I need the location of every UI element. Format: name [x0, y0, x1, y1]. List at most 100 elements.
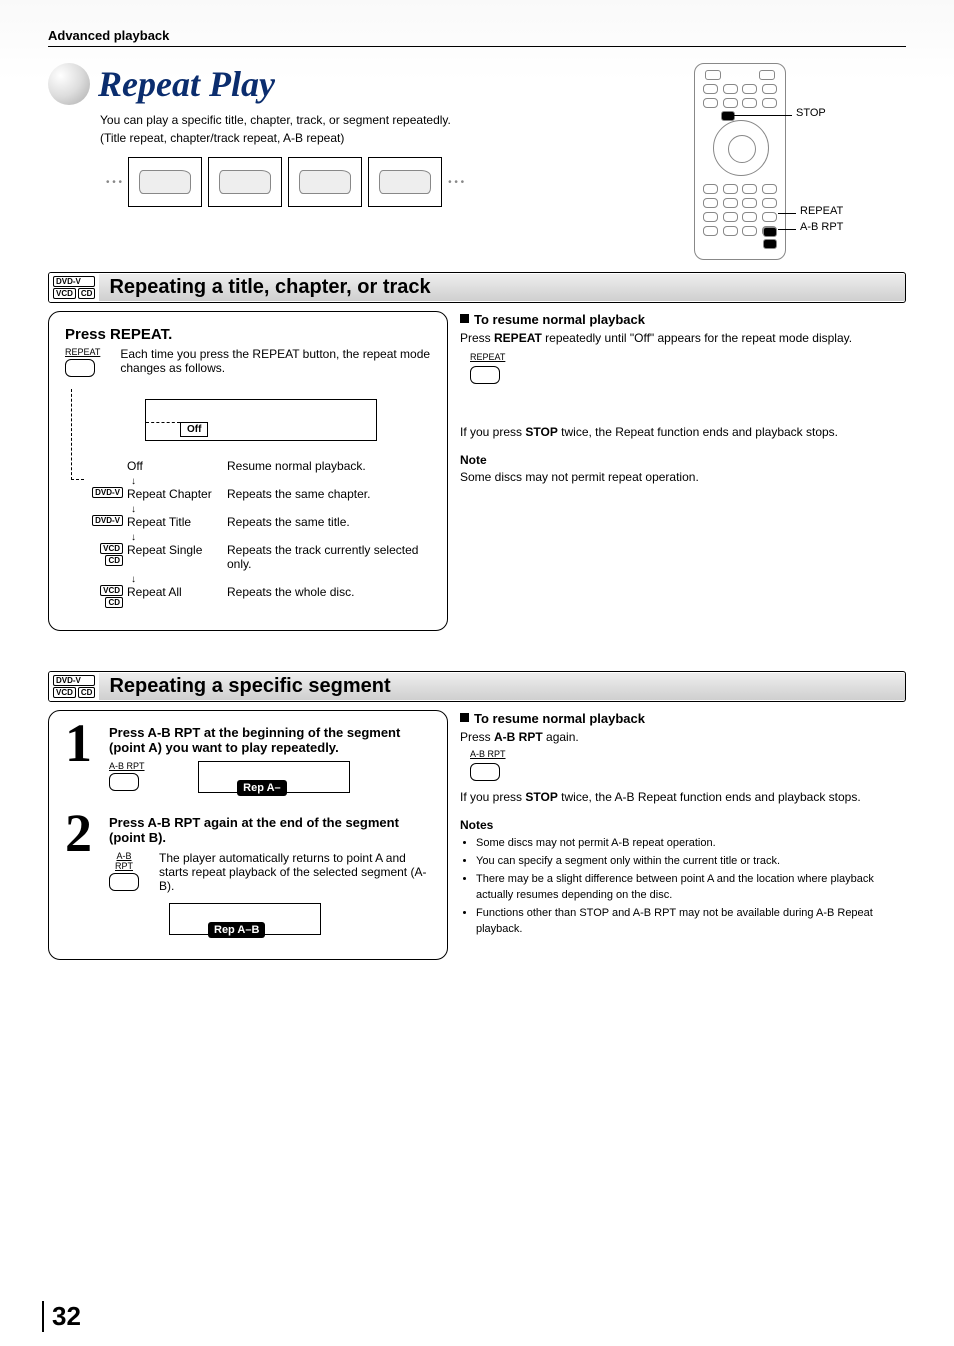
- mode-rt-desc: Repeats the same title.: [227, 515, 431, 529]
- press-repeat-head: Press REPEAT.: [65, 326, 431, 343]
- frame-icon: [288, 157, 362, 207]
- step1-number: 1: [65, 725, 101, 793]
- abrpt-key-icon: A-B RPT: [109, 761, 145, 791]
- mode-rt-name: Repeat Title: [127, 515, 227, 529]
- notes-list: Some discs may not permit A-B repeat ope…: [460, 836, 906, 938]
- tag-cd: CD: [78, 288, 96, 299]
- car-icon: [139, 170, 191, 194]
- note-item: Functions other than STOP and A-B RPT ma…: [476, 906, 906, 938]
- osd-mini-icon: Rep A–B: [169, 903, 321, 935]
- remote-body-icon: [694, 63, 786, 260]
- tag-vcd: VCD: [53, 288, 76, 299]
- resume-body: Press REPEAT repeatedly until "Off" appe…: [460, 330, 906, 347]
- repeat-key-icon: REPEAT: [65, 347, 100, 377]
- stop-body: If you press STOP twice, the Repeat func…: [460, 424, 906, 441]
- mode-ra-name: Repeat All: [127, 585, 227, 599]
- abrpt-key-icon: A-B RPT: [470, 748, 506, 781]
- step2-number: 2: [65, 815, 101, 935]
- section2-panel: 1 Press A-B RPT at the beginning of the …: [48, 710, 448, 960]
- mode-cycle-line-icon: [71, 389, 84, 480]
- resume-head-text: To resume normal playback: [474, 312, 645, 327]
- header-rule: [48, 46, 906, 47]
- intro-line1: You can play a specific title, chapter, …: [100, 113, 451, 127]
- remote-stop-icon: [721, 111, 735, 121]
- remote-repeat-label: REPEAT: [800, 205, 843, 217]
- mode-ra-desc: Repeats the whole disc.: [227, 585, 431, 599]
- note-item: Some discs may not permit A-B repeat ope…: [476, 836, 906, 852]
- section2-heading: DVD-V VCD CD Repeating a specific segmen…: [48, 671, 906, 702]
- dots-left-icon: • • •: [106, 177, 122, 188]
- tag-dvdv: DVD-V: [53, 675, 95, 686]
- callout-line-icon: [730, 115, 792, 116]
- car-icon: [219, 170, 271, 194]
- section2-title: Repeating a specific segment: [99, 673, 905, 700]
- repeat-key-label: REPEAT: [65, 347, 100, 357]
- resume-body2: Press A-B RPT again.: [460, 729, 906, 746]
- square-bullet-icon: [460, 713, 469, 722]
- tag-vcd: VCD: [100, 543, 123, 554]
- tag-vcd: VCD: [100, 585, 123, 596]
- tag-cd: CD: [78, 687, 96, 698]
- car-icon: [299, 170, 351, 194]
- intro-text: You can play a specific title, chapter, …: [100, 111, 686, 147]
- step2-body: The player automatically returns to poin…: [159, 851, 431, 893]
- callout-line-icon: [778, 213, 796, 214]
- tag-vcd: VCD: [53, 687, 76, 698]
- tag-dvdv: DVD-V: [92, 515, 123, 526]
- step2-text: Press A-B RPT again at the end of the se…: [109, 815, 399, 845]
- remote-abrpt-label: A-B RPT: [800, 221, 843, 233]
- frame-icon: [128, 157, 202, 207]
- mode-off-desc: Resume normal playback.: [227, 459, 431, 473]
- callout-line-icon: [778, 229, 796, 230]
- rep-ab-chip: Rep A–B: [208, 922, 265, 938]
- mode-rs-desc: Repeats the track currently selected onl…: [227, 543, 431, 571]
- note-item: You can specify a segment only within th…: [476, 854, 906, 870]
- stop-body2: If you press STOP twice, the A-B Repeat …: [460, 789, 906, 806]
- page-number: 32: [42, 1301, 81, 1332]
- intro-line2: (Title repeat, chapter/track repeat, A-B…: [100, 131, 344, 145]
- frame-icon: [368, 157, 442, 207]
- mode-rc-name: Repeat Chapter: [127, 487, 227, 501]
- section1-panel: Press REPEAT. REPEAT Each time you press…: [48, 311, 448, 631]
- arrow-down-icon: ↓: [131, 575, 431, 585]
- osd-mini-icon: Rep A–: [198, 761, 350, 793]
- repeat-key-icon: REPEAT: [470, 351, 505, 384]
- rep-a-chip: Rep A–: [237, 780, 287, 796]
- press-repeat-body: Each time you press the REPEAT button, t…: [120, 347, 431, 377]
- osd-off-flag: Off: [180, 422, 208, 437]
- tag-dvdv: DVD-V: [92, 487, 123, 498]
- note-body: Some discs may not permit repeat operati…: [460, 469, 906, 486]
- dots-right-icon: • • •: [448, 177, 464, 188]
- remote-stop-label: STOP: [796, 107, 826, 119]
- abrpt-key-label: A-B RPT: [470, 748, 506, 761]
- title-ornament-icon: [48, 63, 90, 105]
- note-head: Note: [460, 452, 906, 469]
- step1-text: Press A-B RPT at the beginning of the se…: [109, 725, 400, 755]
- remote-repeat-icon: [763, 227, 777, 237]
- square-bullet-icon: [460, 314, 469, 323]
- resume-head: To resume normal playback: [460, 311, 906, 330]
- abrpt-key-icon: A-B RPT: [109, 851, 139, 893]
- mode-rs-name: Repeat Single: [127, 543, 227, 557]
- mode-rc-desc: Repeats the same chapter.: [227, 487, 431, 501]
- notes-head: Notes: [460, 817, 906, 834]
- abrpt-key-label: A-B RPT: [109, 761, 145, 771]
- arrow-down-icon: ↓: [131, 505, 431, 515]
- mode-off-name: Off: [127, 459, 227, 473]
- frame-icon: [208, 157, 282, 207]
- abrpt-key-label: A-B RPT: [109, 851, 139, 871]
- remote-abrpt-icon: [763, 239, 777, 249]
- filmstrip-illustration: • • • • • •: [106, 157, 686, 207]
- repeat-key-label: REPEAT: [470, 351, 505, 364]
- resume-head2: To resume normal playback: [460, 710, 906, 729]
- resume-head2-text: To resume normal playback: [474, 711, 645, 726]
- arrow-down-icon: ↓: [131, 533, 431, 543]
- section1-title: Repeating a title, chapter, or track: [99, 274, 905, 301]
- arrow-down-icon: ↓: [131, 477, 431, 487]
- tag-cd: CD: [105, 555, 123, 566]
- page-header: Advanced playback: [48, 28, 906, 43]
- osd-display-icon: Off: [145, 399, 377, 441]
- section1-heading: DVD-V VCD CD Repeating a title, chapter,…: [48, 272, 906, 303]
- page-title: Repeat Play: [98, 63, 275, 105]
- car-icon: [379, 170, 431, 194]
